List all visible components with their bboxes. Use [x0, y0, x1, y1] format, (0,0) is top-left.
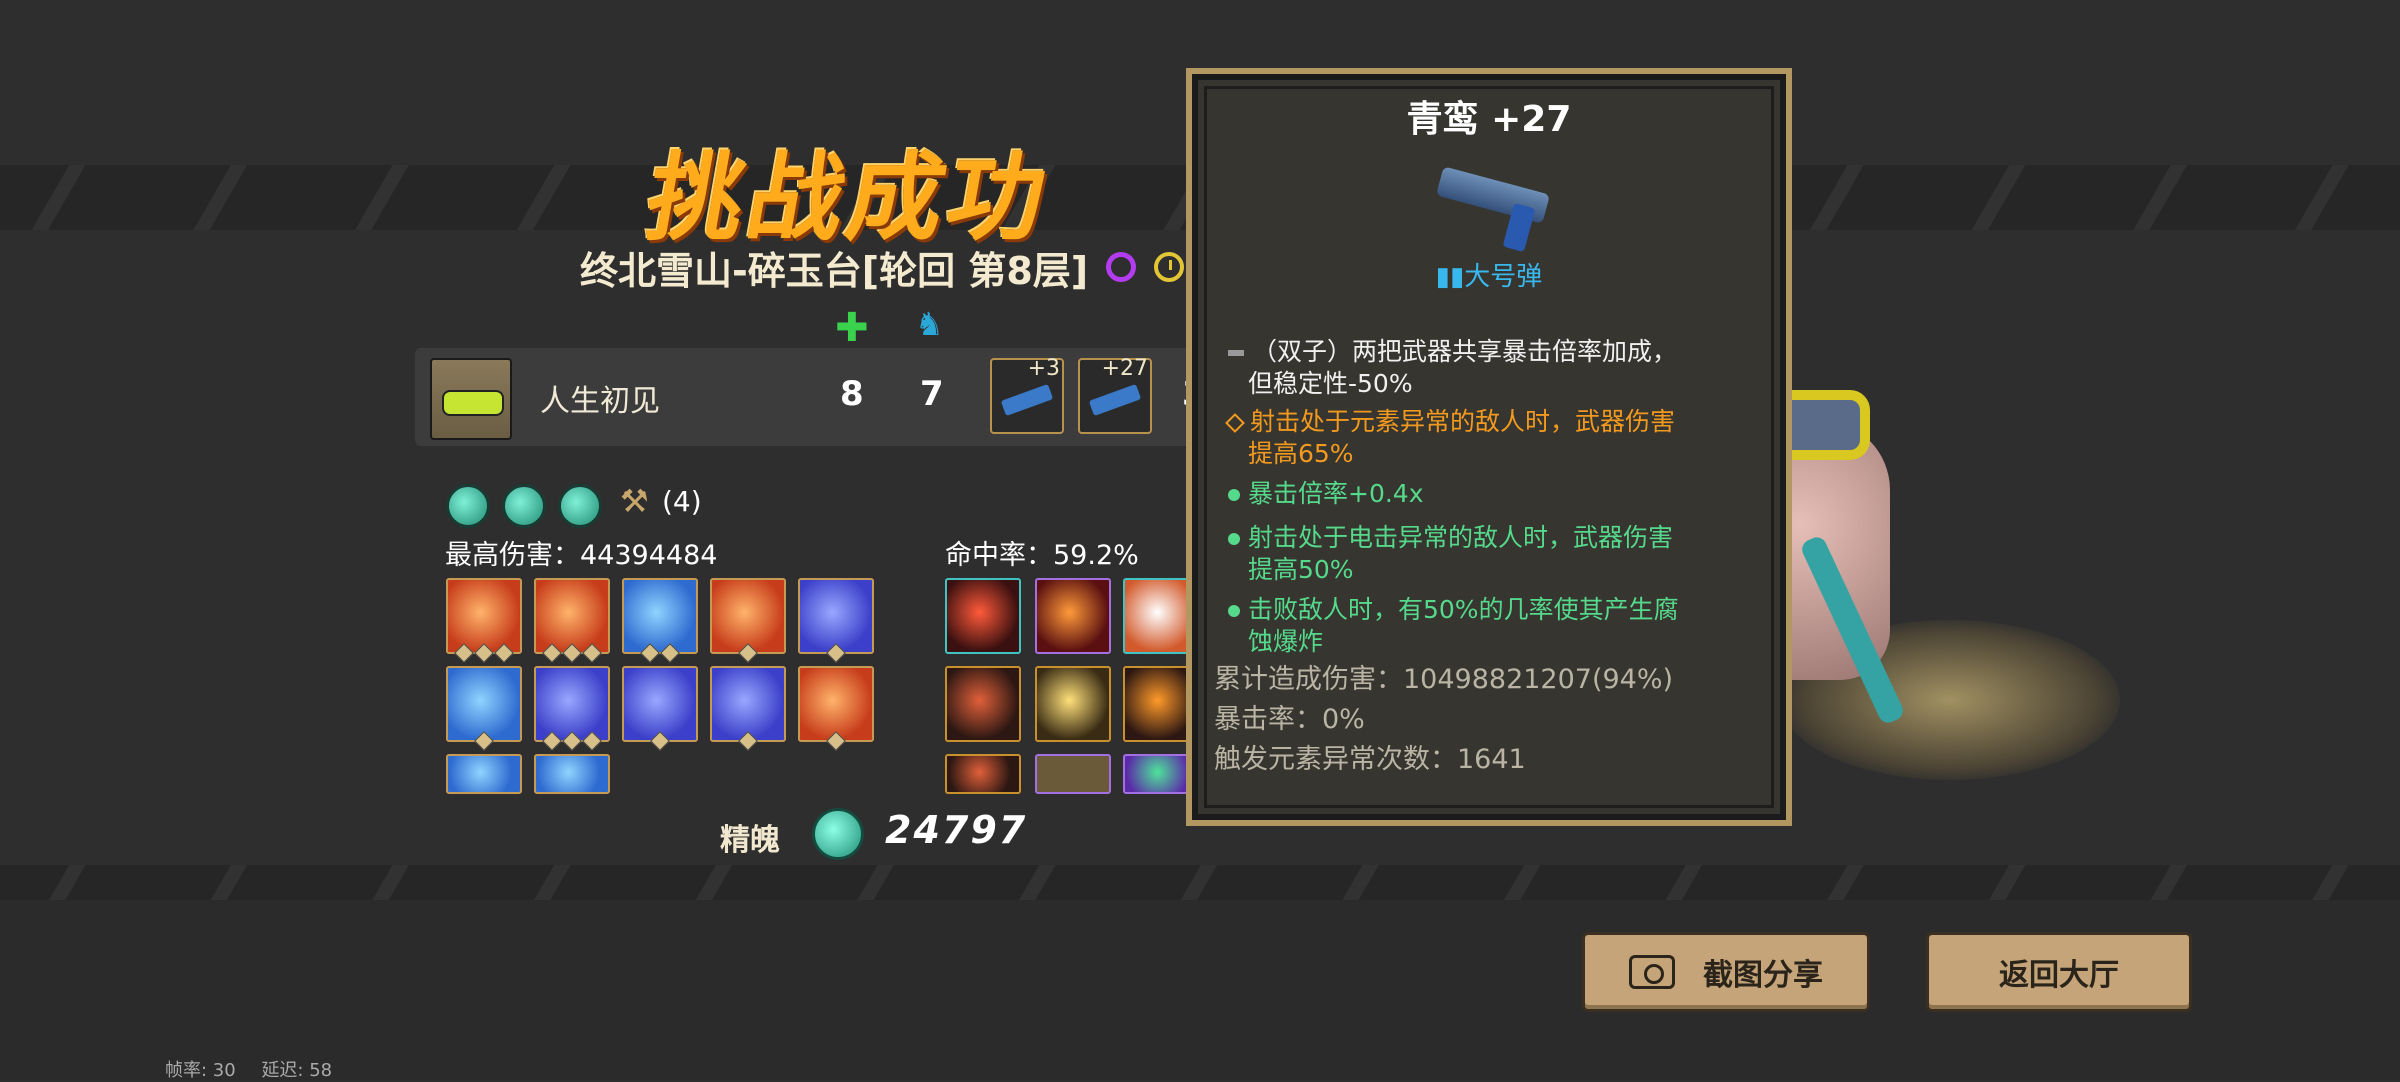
item-icon[interactable] [1035, 666, 1111, 742]
item-icon[interactable] [1123, 754, 1199, 794]
stage-name: 终北雪山-碎玉台[轮回 第8层] [580, 248, 1089, 293]
skill-icon[interactable] [534, 666, 610, 751]
fps: 帧率: 30 [165, 1060, 236, 1081]
crit-rate: 暴击率：0% [1214, 704, 1365, 735]
weapon-level: +27 [1101, 356, 1148, 381]
tooltip-line: 射击处于元素异常的敌人时，武器伤害 [1225, 406, 1768, 438]
weapon-image [1435, 160, 1558, 253]
item-icon[interactable] [1123, 578, 1199, 654]
soul-value: 24797 [885, 808, 1028, 852]
return-lobby-button[interactable]: 返回大厅 [1926, 932, 2192, 1012]
pet-icon: ♞ [915, 305, 944, 343]
axe-count: (4) [662, 485, 702, 518]
player-row: 人生初见 8 7 +3 +27 3 [415, 348, 1215, 446]
axe-icon: ⚒ [620, 482, 649, 520]
weapon-slot-1[interactable]: +3 [990, 356, 1064, 434]
skill-icon[interactable] [622, 578, 698, 663]
item-icon[interactable] [945, 754, 1021, 794]
soul-orb-icon [558, 484, 602, 528]
soul-orb-icon [446, 484, 490, 528]
tooltip-line: 击败敌人时，有50%的几率使其产生腐 [1228, 594, 1768, 626]
share-screenshot-button[interactable]: 截图分享 [1582, 932, 1870, 1012]
player-stat-1: 8 [840, 374, 864, 414]
spiral-icon [1106, 252, 1137, 282]
soul-label: 精魄 [720, 823, 780, 858]
weapon-slot-2[interactable]: +27 [1078, 356, 1152, 434]
skill-icon[interactable] [446, 754, 522, 794]
plus-icon: ✚ [835, 305, 869, 351]
avatar [430, 358, 512, 440]
tooltip-line: 暴击倍率+0.4x [1228, 478, 1768, 510]
skill-icon[interactable] [446, 666, 522, 751]
ammo-label: 大号弹 [1464, 262, 1543, 292]
max-damage: 最高伤害：44394484 [445, 540, 718, 571]
tooltip-line: 提高65% [1248, 439, 1354, 468]
skill-icon[interactable] [710, 578, 786, 663]
item-icon[interactable] [1123, 666, 1199, 742]
bottom-decor-band [0, 865, 2400, 900]
tooltip-line: 提高50% [1248, 555, 1354, 584]
tooltip-line: 但稳定性-50% [1248, 369, 1413, 398]
skill-icon[interactable] [798, 666, 874, 751]
camera-icon [1629, 955, 1675, 989]
stage-line: 终北雪山-碎玉台[轮回 第8层] [580, 242, 1185, 293]
item-icon[interactable] [945, 578, 1021, 654]
clock-icon [1154, 252, 1185, 282]
ammo-type: ▮▮大号弹 [1435, 262, 1543, 292]
perf-overlay: 帧率: 30 延迟: 58 [165, 1056, 352, 1082]
share-label: 截图分享 [1703, 958, 1823, 993]
gun-icon [1000, 383, 1054, 417]
hit-rate: 命中率：59.2% [945, 540, 1139, 571]
element-count: 触发元素异常次数：1641 [1214, 744, 1526, 775]
title-text: 挑战成功 [638, 141, 1059, 254]
skill-icon[interactable] [710, 666, 786, 751]
latency: 延迟: 58 [261, 1060, 333, 1081]
item-icon[interactable] [945, 666, 1021, 742]
soul-orb-icon [502, 484, 546, 528]
item-icon[interactable] [1035, 754, 1111, 794]
soul-icon [812, 808, 864, 860]
tooltip-line: 蚀爆炸 [1248, 627, 1324, 656]
weapon-tooltip: 青鸾 +27 ▮▮大号弹 （双子）两把武器共享暴击倍率加成， 但稳定性-50% … [1192, 74, 1786, 820]
skill-icon[interactable] [534, 754, 610, 794]
lobby-label: 返回大厅 [1999, 958, 2119, 993]
tooltip-line: （双子）两把武器共享暴击倍率加成， [1228, 336, 1768, 368]
skill-icon[interactable] [798, 578, 874, 663]
tooltip-line: 射击处于电击异常的敌人时，武器伤害 [1228, 522, 1768, 554]
skill-icon[interactable] [446, 578, 522, 663]
weapon-level: +3 [1027, 356, 1060, 381]
player-stat-2: 7 [920, 374, 944, 414]
total-damage: 累计造成伤害：10498821207(94%) [1214, 664, 1674, 695]
gun-icon [1088, 383, 1142, 417]
result-title: 挑战成功 [620, 90, 1080, 254]
skill-icon[interactable] [622, 666, 698, 751]
skill-icon[interactable] [534, 578, 610, 663]
item-icon[interactable] [1035, 578, 1111, 654]
player-name: 人生初见 [540, 384, 660, 419]
tooltip-title: 青鸾 +27 [1406, 99, 1572, 140]
